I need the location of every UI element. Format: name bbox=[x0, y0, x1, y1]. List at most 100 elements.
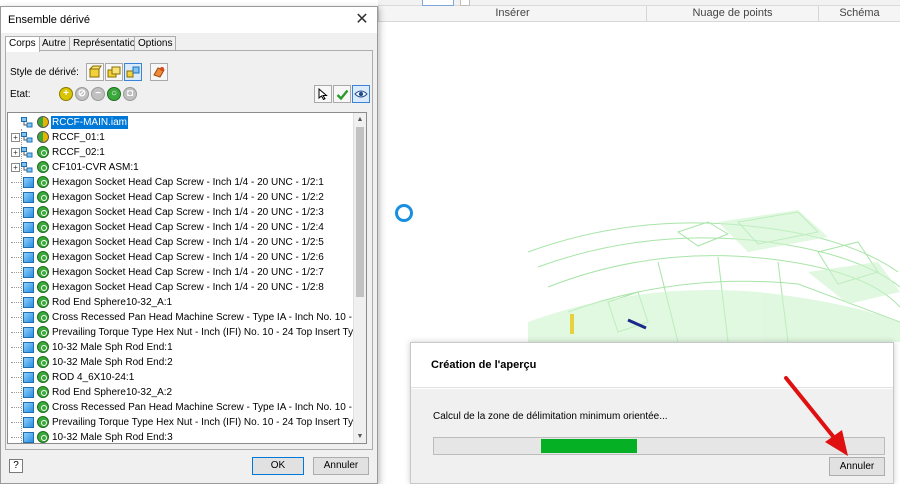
progress-cancel-button[interactable]: Annuler bbox=[829, 457, 885, 476]
state-subtract-icon[interactable]: − bbox=[91, 87, 105, 101]
scroll-up-arrow-icon[interactable]: ▲ bbox=[354, 113, 366, 126]
include-state-icon[interactable] bbox=[37, 266, 49, 278]
tree-item[interactable]: Rod End Sphere10-32_A:2 bbox=[8, 385, 354, 400]
include-state-icon[interactable] bbox=[37, 221, 49, 233]
tree-item[interactable]: 10-32 Male Sph Rod End:1 bbox=[8, 340, 354, 355]
tree-connector bbox=[11, 362, 21, 363]
include-state-icon[interactable] bbox=[37, 251, 49, 263]
include-state-icon[interactable] bbox=[37, 326, 49, 338]
scroll-thumb[interactable] bbox=[356, 127, 364, 297]
include-state-icon[interactable] bbox=[37, 401, 49, 413]
derive-style-surface-icon[interactable] bbox=[150, 63, 168, 81]
tree-connector bbox=[11, 302, 21, 303]
tree-item[interactable]: ROD 4_6X10-24:1 bbox=[8, 370, 354, 385]
tree-item[interactable]: Prevailing Torque Type Hex Nut - Inch (I… bbox=[8, 415, 366, 430]
tree-item[interactable]: Prevailing Torque Type Hex Nut - Inch (I… bbox=[8, 325, 366, 340]
include-state-icon[interactable] bbox=[37, 341, 49, 353]
tree-item[interactable]: 10-32 Male Sph Rod End:3 bbox=[8, 430, 354, 443]
tree-item[interactable]: Cross Recessed Pan Head Machine Screw - … bbox=[8, 400, 366, 415]
assembly-icon bbox=[21, 162, 33, 173]
component-tree[interactable]: RCCF-MAIN.iam + RCCF_01:1 + RCCF_02:1 + CF101-… bbox=[7, 112, 367, 444]
tree-item[interactable]: + RCCF_02:1 bbox=[8, 145, 354, 160]
tree-item-label: Prevailing Torque Type Hex Nut - Inch (I… bbox=[52, 417, 367, 428]
tree-connector bbox=[11, 332, 21, 333]
tree-item[interactable]: Hexagon Socket Head Cap Screw - Inch 1/4… bbox=[8, 235, 354, 250]
part-icon bbox=[23, 372, 34, 383]
tree-item[interactable]: Hexagon Socket Head Cap Screw - Inch 1/4… bbox=[8, 175, 354, 190]
assembly-icon bbox=[21, 147, 33, 158]
tab-corps[interactable]: Corps bbox=[5, 36, 40, 52]
progress-body: Calcul de la zone de délimitation minimu… bbox=[411, 389, 893, 483]
tree-item[interactable]: Hexagon Socket Head Cap Screw - Inch 1/4… bbox=[8, 280, 354, 295]
tree-item[interactable]: Hexagon Socket Head Cap Screw - Inch 1/4… bbox=[8, 205, 354, 220]
progress-message: Calcul de la zone de délimitation minimu… bbox=[433, 411, 668, 422]
state-include-icon[interactable]: + bbox=[59, 87, 73, 101]
scroll-down-arrow-icon[interactable]: ▼ bbox=[354, 430, 366, 443]
tree-item-label: Rod End Sphere10-32_A:2 bbox=[52, 387, 173, 398]
include-state-icon[interactable] bbox=[37, 191, 49, 203]
tree-item[interactable]: Hexagon Socket Head Cap Screw - Inch 1/4… bbox=[8, 220, 354, 235]
cancel-button[interactable]: Annuler bbox=[313, 457, 369, 475]
state-exclude-icon[interactable]: ⊘ bbox=[75, 87, 89, 101]
mixed-state-icon[interactable] bbox=[37, 131, 49, 143]
include-state-icon[interactable] bbox=[37, 416, 49, 428]
tree-item-label: 10-32 Male Sph Rod End:2 bbox=[52, 357, 173, 368]
progress-bar-fill bbox=[541, 439, 637, 453]
expand-icon[interactable]: + bbox=[11, 148, 20, 157]
tree-item-label: CF101-CVR ASM:1 bbox=[52, 162, 139, 173]
tab-options[interactable]: Options bbox=[134, 36, 177, 51]
select-pointer-icon[interactable] bbox=[314, 85, 332, 103]
eye-preview-icon[interactable] bbox=[352, 85, 370, 103]
derive-style-multiple-bodies-icon[interactable] bbox=[124, 63, 142, 81]
tree-connector bbox=[11, 437, 21, 438]
include-state-icon[interactable] bbox=[37, 431, 49, 443]
include-state-icon[interactable] bbox=[37, 311, 49, 323]
mixed-state-icon[interactable] bbox=[37, 116, 49, 128]
tree-item-label: Rod End Sphere10-32_A:1 bbox=[52, 297, 173, 308]
tree-item[interactable]: + CF101-CVR ASM:1 bbox=[8, 160, 354, 175]
expand-icon[interactable]: + bbox=[11, 163, 20, 172]
include-state-icon[interactable] bbox=[37, 236, 49, 248]
tree-item[interactable]: + RCCF_01:1 bbox=[8, 130, 354, 145]
tree-item[interactable]: Cross Recessed Pan Head Machine Screw - … bbox=[8, 310, 366, 325]
tab-autre[interactable]: Autre bbox=[38, 36, 70, 51]
model-viewport[interactable] bbox=[378, 22, 900, 342]
state-bounding-box-icon[interactable]: ○ bbox=[107, 87, 121, 101]
include-state-icon[interactable] bbox=[37, 281, 49, 293]
tree-root-item[interactable]: RCCF-MAIN.iam bbox=[8, 115, 354, 130]
tree-item[interactable]: Hexagon Socket Head Cap Screw - Inch 1/4… bbox=[8, 190, 354, 205]
state-intersect-icon[interactable]: ◘ bbox=[123, 87, 137, 101]
expand-icon[interactable]: + bbox=[11, 133, 20, 142]
part-icon bbox=[23, 267, 34, 278]
checkmark-icon[interactable] bbox=[333, 85, 351, 103]
part-icon bbox=[23, 312, 34, 323]
tree-scrollbar[interactable]: ▲ ▼ bbox=[353, 113, 366, 443]
include-state-icon[interactable] bbox=[37, 356, 49, 368]
tree-item-label: RCCF-MAIN.iam bbox=[51, 116, 128, 129]
derive-style-merged-body-icon[interactable] bbox=[105, 63, 123, 81]
include-state-icon[interactable] bbox=[37, 176, 49, 188]
include-state-icon[interactable] bbox=[37, 161, 49, 173]
tree-item[interactable]: 10-32 Male Sph Rod End:2 bbox=[8, 355, 354, 370]
include-state-icon[interactable] bbox=[37, 146, 49, 158]
tree-item[interactable]: Hexagon Socket Head Cap Screw - Inch 1/4… bbox=[8, 265, 354, 280]
include-state-icon[interactable] bbox=[37, 206, 49, 218]
close-icon[interactable]: ✕ bbox=[353, 11, 371, 29]
derive-style-single-body-icon[interactable] bbox=[86, 63, 104, 81]
tree-connector bbox=[11, 272, 21, 273]
busy-indicator-icon bbox=[395, 204, 413, 222]
ok-button[interactable]: OK bbox=[252, 457, 304, 475]
tree-item[interactable]: Rod End Sphere10-32_A:1 bbox=[8, 295, 354, 310]
tree-item[interactable]: Hexagon Socket Head Cap Screw - Inch 1/4… bbox=[8, 250, 354, 265]
part-icon bbox=[23, 297, 34, 308]
include-state-icon[interactable] bbox=[37, 386, 49, 398]
tree-connector bbox=[11, 227, 21, 228]
dialog-titlebar[interactable]: Ensemble dérivé ✕ bbox=[1, 7, 377, 33]
include-state-icon[interactable] bbox=[37, 296, 49, 308]
help-icon[interactable]: ? bbox=[9, 459, 23, 473]
tree-connector bbox=[11, 317, 21, 318]
tree-item-label: Hexagon Socket Head Cap Screw - Inch 1/4… bbox=[52, 267, 324, 278]
part-icon bbox=[23, 402, 34, 413]
preview-progress-dialog: Création de l'aperçu Calcul de la zone d… bbox=[410, 342, 894, 484]
include-state-icon[interactable] bbox=[37, 371, 49, 383]
